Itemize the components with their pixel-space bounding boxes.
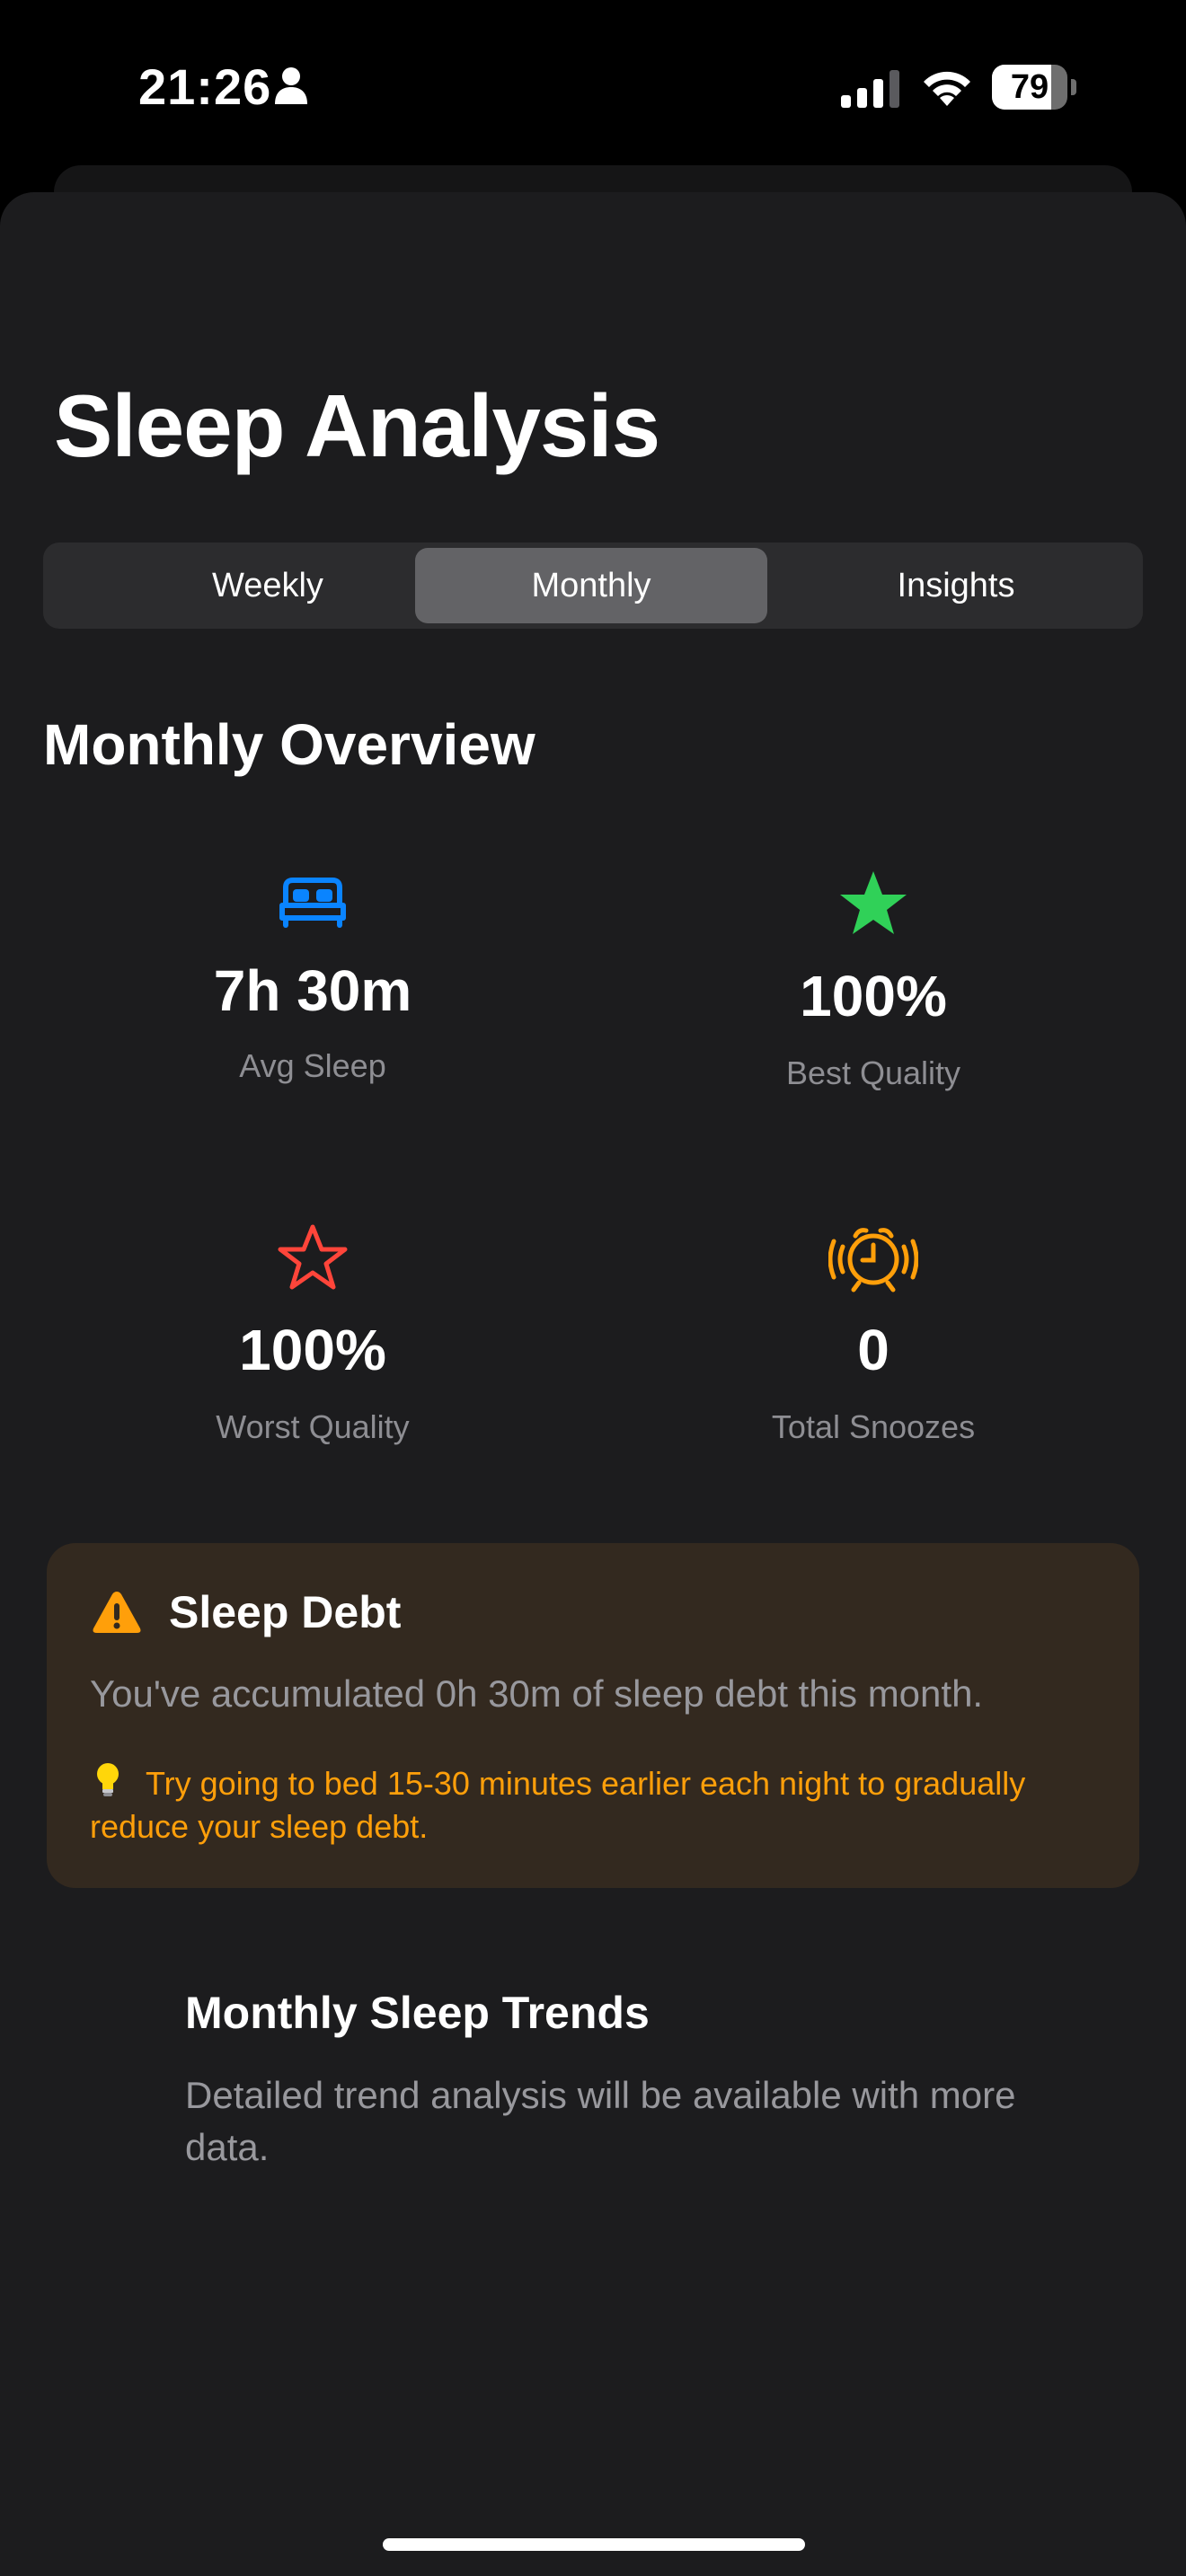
period-segmented-control: Weekly Monthly Insights — [43, 543, 1143, 629]
cellular-signal-icon — [841, 70, 899, 108]
wifi-icon — [924, 71, 970, 106]
status-time: 21:26 — [138, 58, 272, 115]
segment-weekly[interactable]: Weekly — [92, 548, 444, 623]
person-icon — [275, 67, 307, 104]
sleep-debt-tip: Try going to bed 15-30 minutes earlier e… — [90, 1765, 1026, 1845]
stat-value: 100% — [800, 964, 947, 1028]
battery-indicator: 79 — [992, 65, 1076, 110]
trends-title: Monthly Sleep Trends — [185, 1988, 650, 2038]
star-filled-icon — [840, 871, 907, 934]
status-bar: 21:26 79 — [0, 0, 1186, 171]
home-indicator[interactable] — [383, 2538, 805, 2551]
stat-label: Avg Sleep — [239, 1047, 386, 1084]
stat-label: Total Snoozes — [771, 1408, 976, 1445]
star-outline-icon — [278, 1224, 348, 1290]
alarm-clock-icon — [828, 1228, 918, 1292]
stat-label: Best Quality — [785, 1054, 961, 1091]
section-title: Monthly Overview — [43, 712, 535, 777]
stat-value: 7h 30m — [213, 958, 412, 1023]
bed-icon — [279, 878, 346, 928]
sleep-debt-title: Sleep Debt — [169, 1587, 402, 1637]
sleep-debt-message: You've accumulated 0h 30m of sleep debt … — [90, 1672, 984, 1715]
segment-monthly[interactable]: Monthly — [415, 548, 767, 623]
trends-description: Detailed trend analysis will be availabl… — [185, 2074, 1016, 2168]
sleep-debt-card: Sleep Debt You've accumulated 0h 30m of … — [47, 1543, 1139, 1888]
segment-insights[interactable]: Insights — [780, 548, 1132, 623]
warning-icon — [93, 1592, 141, 1633]
stat-label: Worst Quality — [216, 1408, 410, 1445]
stat-value: 0 — [857, 1318, 890, 1382]
stat-value: 100% — [239, 1318, 386, 1382]
battery-level: 79 — [1010, 68, 1049, 106]
page-title: Sleep Analysis — [54, 376, 660, 475]
